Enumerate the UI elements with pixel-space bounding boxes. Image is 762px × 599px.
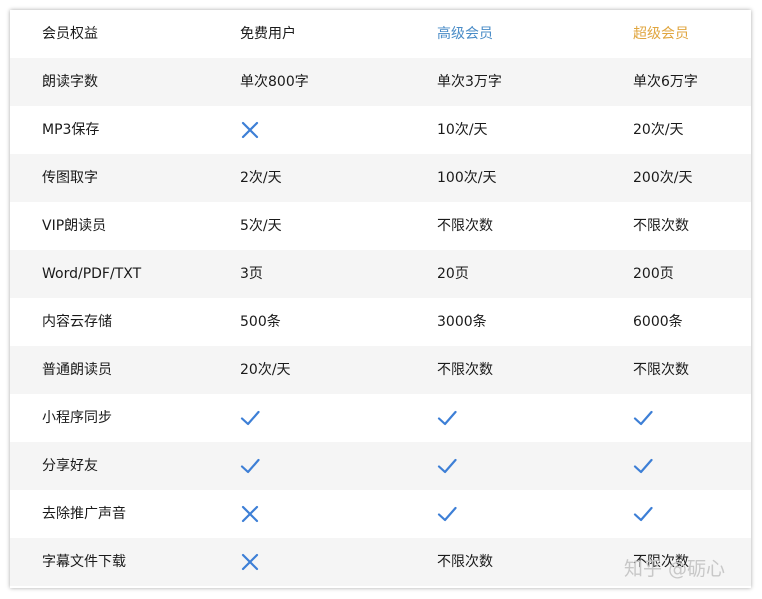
premium-value: 不限次数 <box>437 554 493 570</box>
header-free-user: 免费用户 <box>240 26 296 42</box>
cross-icon <box>240 552 260 572</box>
premium-value: 3000条 <box>437 314 487 330</box>
super-value: 200页 <box>633 266 674 282</box>
premium-value: 10次/天 <box>437 122 488 138</box>
check-icon <box>633 504 653 524</box>
premium-value: 100次/天 <box>437 170 497 186</box>
check-icon <box>437 456 457 476</box>
free-value: 3页 <box>240 266 263 282</box>
feature-name: Word/PDF/TXT <box>42 266 142 282</box>
check-icon <box>240 408 260 428</box>
free-value: 单次800字 <box>240 74 309 90</box>
free-value: 5次/天 <box>240 218 282 234</box>
table-row: MP3保存 10次/天 20次/天 <box>10 106 751 154</box>
header-premium-member: 高级会员 <box>437 26 493 42</box>
free-value: 20次/天 <box>240 362 291 378</box>
premium-value: 不限次数 <box>437 362 493 378</box>
premium-value: 不限次数 <box>437 218 493 234</box>
super-value: 不限次数 <box>633 362 689 378</box>
feature-name: 分享好友 <box>42 458 98 474</box>
super-value: 200次/天 <box>633 170 693 186</box>
cross-icon <box>240 120 260 140</box>
feature-name: VIP朗读员 <box>42 218 107 234</box>
premium-value: 20页 <box>437 266 469 282</box>
header-super-member: 超级会员 <box>633 26 689 42</box>
table-row: 普通朗读员 20次/天 不限次数 不限次数 <box>10 346 751 394</box>
table-row: 去除推广声音 <box>10 490 751 538</box>
membership-benefits-table: 会员权益 免费用户 高级会员 超级会员 朗读字数 单次800字 单次3万字 单次6万字… <box>10 10 751 588</box>
super-value: 6000条 <box>633 314 683 330</box>
premium-value: 单次3万字 <box>437 74 502 90</box>
header-benefits: 会员权益 <box>42 26 98 42</box>
feature-name: 字幕文件下载 <box>42 554 126 570</box>
table-row: Word/PDF/TXT 3页 20页 200页 <box>10 250 751 298</box>
super-value: 20次/天 <box>633 122 684 138</box>
feature-name: 传图取字 <box>42 170 98 186</box>
feature-name: MP3保存 <box>42 122 100 138</box>
feature-name: 内容云存储 <box>42 314 112 330</box>
check-icon <box>633 408 653 428</box>
feature-name: 普通朗读员 <box>42 362 112 378</box>
check-icon <box>437 408 457 428</box>
feature-name: 朗读字数 <box>42 74 98 90</box>
table-row: VIP朗读员 5次/天 不限次数 不限次数 <box>10 202 751 250</box>
free-value: 2次/天 <box>240 170 282 186</box>
table-header-row: 会员权益 免费用户 高级会员 超级会员 <box>10 10 751 59</box>
free-value: 500条 <box>240 314 281 330</box>
table-row: 朗读字数 单次800字 单次3万字 单次6万字 <box>10 58 751 106</box>
feature-name: 去除推广声音 <box>42 506 126 522</box>
feature-name: 小程序同步 <box>42 410 112 426</box>
check-icon <box>437 504 457 524</box>
table-row: 传图取字 2次/天 100次/天 200次/天 <box>10 154 751 202</box>
check-icon <box>240 456 260 476</box>
cross-icon <box>240 504 260 524</box>
table-row: 分享好友 <box>10 442 751 490</box>
super-value: 不限次数 <box>633 218 689 234</box>
super-value: 单次6万字 <box>633 74 698 90</box>
check-icon <box>633 456 653 476</box>
table-row: 小程序同步 <box>10 394 751 442</box>
table-row: 内容云存储 500条 3000条 6000条 <box>10 298 751 346</box>
zhihu-watermark: 知乎 @砺心 <box>624 558 726 580</box>
